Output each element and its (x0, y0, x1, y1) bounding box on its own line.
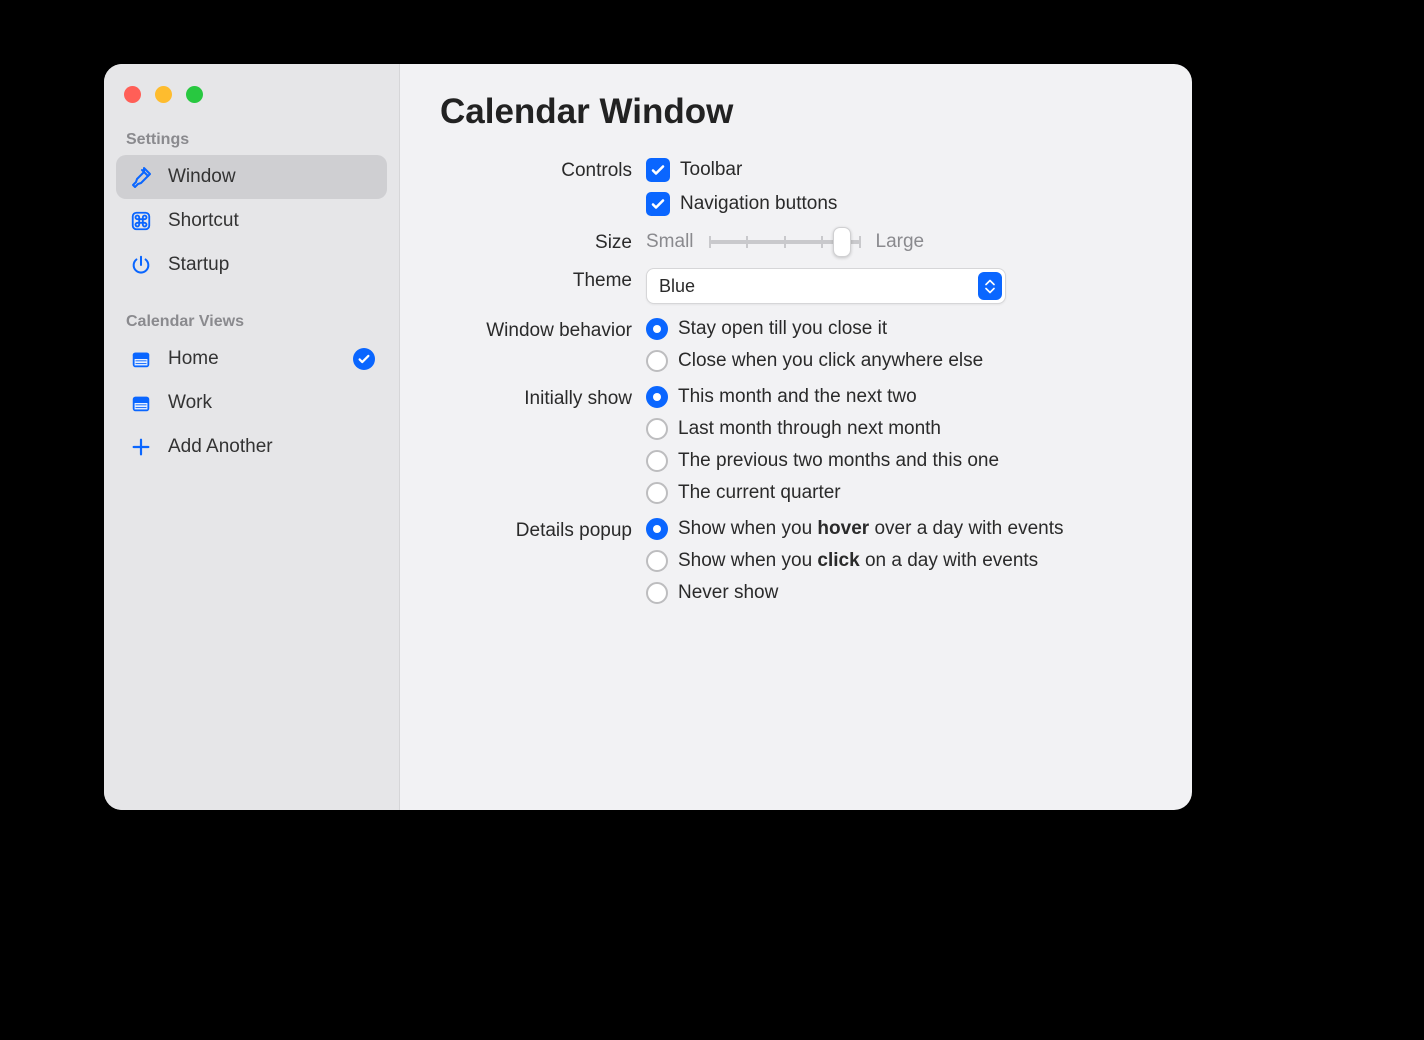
details-popup-label: Details popup (440, 518, 646, 542)
sidebar-item-label: Home (168, 348, 339, 370)
radio-icon (646, 450, 668, 472)
size-large-label: Large (876, 231, 925, 253)
controls-label: Controls (440, 158, 646, 182)
checkbox-icon (646, 158, 670, 182)
size-small-label: Small (646, 231, 694, 253)
checkmark-badge-icon (353, 348, 375, 370)
sidebar-item-label: Window (168, 166, 375, 188)
radio-icon (646, 582, 668, 604)
details-popup-option-0[interactable]: Show when you hover over a day with even… (646, 518, 1152, 540)
sidebar: Settings Window Shortcut (104, 64, 400, 810)
sidebar-item-shortcut[interactable]: Shortcut (116, 199, 387, 243)
minimize-window-button[interactable] (155, 86, 172, 103)
sidebar-item-window[interactable]: Window (116, 155, 387, 199)
sidebar-item-label: Shortcut (168, 210, 375, 232)
checkbox-icon (646, 192, 670, 216)
theme-label: Theme (440, 268, 646, 292)
radio-icon (646, 318, 668, 340)
initially-show-option-3[interactable]: The current quarter (646, 482, 1152, 504)
toolbar-checkbox-row[interactable]: Toolbar (646, 158, 1152, 182)
radio-label: The current quarter (678, 482, 841, 504)
initially-show-option-0[interactable]: This month and the next two (646, 386, 1152, 408)
details-popup-option-2[interactable]: Never show (646, 582, 1152, 604)
radio-icon (646, 418, 668, 440)
sidebar-view-home[interactable]: Home (116, 337, 387, 381)
calendar-icon (128, 348, 154, 370)
radio-label: This month and the next two (678, 386, 917, 408)
checkbox-label: Toolbar (680, 159, 742, 181)
theme-select[interactable]: Blue (646, 268, 1006, 304)
window-behavior-option-0[interactable]: Stay open till you close it (646, 318, 1152, 340)
plus-icon (128, 436, 154, 458)
window-controls (116, 82, 387, 125)
page-title: Calendar Window (440, 92, 1152, 132)
radio-label: Show when you click on a day with events (678, 550, 1038, 572)
power-icon (128, 254, 154, 276)
zoom-window-button[interactable] (186, 86, 203, 103)
radio-label: The previous two months and this one (678, 450, 999, 472)
size-label: Size (440, 230, 646, 254)
checkbox-label: Navigation buttons (680, 193, 837, 215)
sidebar-add-another[interactable]: Add Another (116, 425, 387, 469)
radio-label: Never show (678, 582, 778, 604)
nav-buttons-checkbox-row[interactable]: Navigation buttons (646, 192, 1152, 216)
window-behavior-option-1[interactable]: Close when you click anywhere else (646, 350, 1152, 372)
radio-label: Last month through next month (678, 418, 941, 440)
radio-icon (646, 350, 668, 372)
sidebar-section-settings: Settings (116, 125, 387, 155)
sidebar-item-label: Work (168, 392, 375, 414)
radio-icon (646, 482, 668, 504)
initially-show-option-2[interactable]: The previous two months and this one (646, 450, 1152, 472)
radio-label: Show when you hover over a day with even… (678, 518, 1064, 540)
theme-value: Blue (659, 276, 695, 297)
select-stepper-icon (978, 272, 1002, 300)
sidebar-item-label: Startup (168, 254, 375, 276)
size-slider[interactable] (710, 230, 860, 254)
command-icon (128, 210, 154, 232)
calendar-icon (128, 392, 154, 414)
paintbrush-icon (128, 165, 154, 189)
window-behavior-label: Window behavior (440, 318, 646, 342)
slider-thumb[interactable] (833, 227, 851, 257)
radio-icon (646, 550, 668, 572)
radio-label: Close when you click anywhere else (678, 350, 983, 372)
radio-icon (646, 386, 668, 408)
main-content: Calendar Window Controls Toolbar Navigat… (400, 64, 1192, 810)
radio-label: Stay open till you close it (678, 318, 887, 340)
initially-show-label: Initially show (440, 386, 646, 410)
details-popup-option-1[interactable]: Show when you click on a day with events (646, 550, 1152, 572)
settings-window: Settings Window Shortcut (104, 64, 1192, 810)
sidebar-item-label: Add Another (168, 436, 375, 458)
close-window-button[interactable] (124, 86, 141, 103)
sidebar-section-views: Calendar Views (116, 307, 387, 337)
initially-show-option-1[interactable]: Last month through next month (646, 418, 1152, 440)
radio-icon (646, 518, 668, 540)
sidebar-item-startup[interactable]: Startup (116, 243, 387, 287)
sidebar-view-work[interactable]: Work (116, 381, 387, 425)
